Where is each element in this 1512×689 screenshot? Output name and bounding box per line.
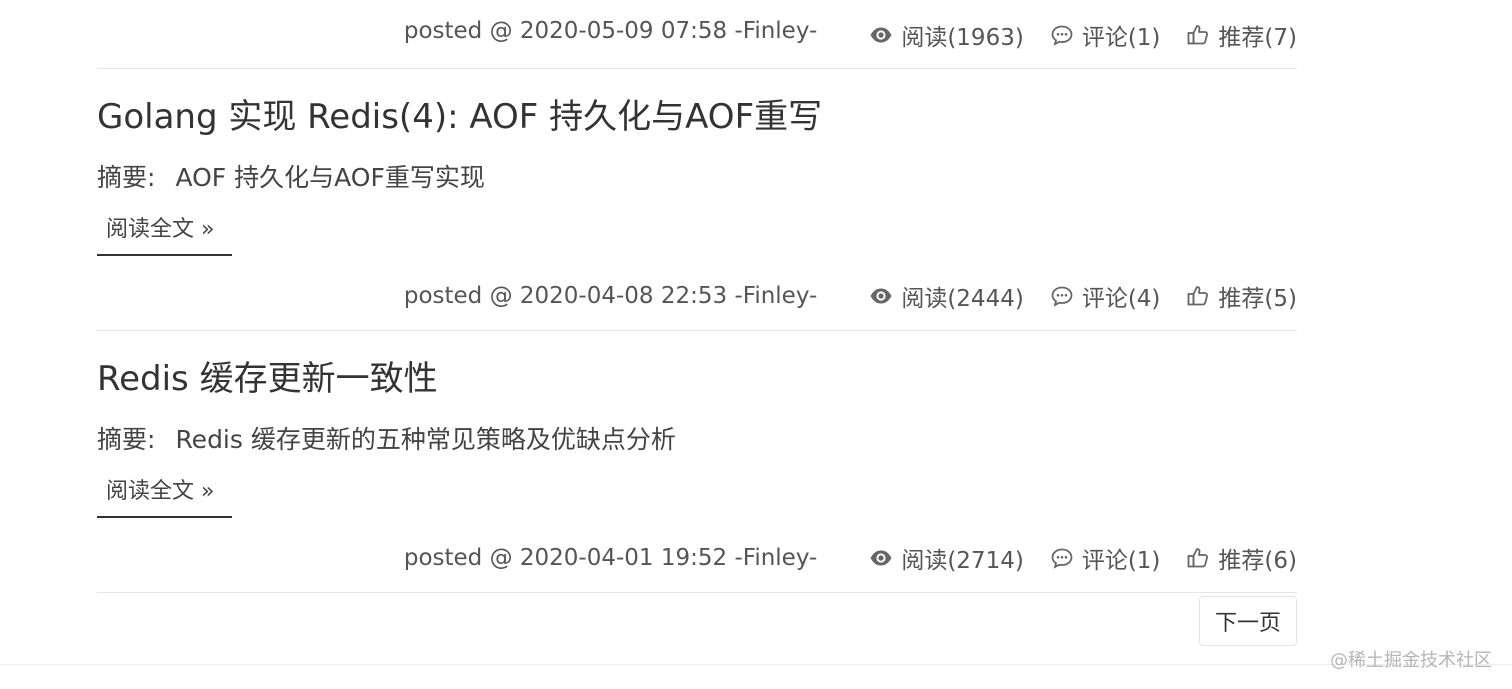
thumbs-up-icon (1186, 284, 1210, 308)
post-item: Golang 实现 Redis(4): AOF 持久化与AOF重写 摘要: AO… (97, 69, 1297, 331)
eye-icon (869, 284, 893, 308)
post-date-author: posted @ 2020-04-01 19:52 -Finley- (403, 545, 818, 571)
summary-label: 摘要: (97, 425, 156, 454)
post-title[interactable]: Golang 实现 Redis(4): AOF 持久化与AOF重写 (97, 69, 1297, 158)
eye-icon (869, 23, 893, 47)
post-item: Redis 缓存更新一致性 摘要: Redis 缓存更新的五种常见策略及优缺点分… (97, 331, 1297, 593)
recommend-count-label: 推荐(7) (1218, 25, 1297, 51)
read-more-row: 阅读全文 » (97, 474, 1297, 524)
post-date-author: posted @ 2020-05-09 07:58 -Finley- (403, 18, 818, 44)
comment-icon (1050, 546, 1074, 570)
comment-count[interactable]: 评论(1) (1050, 18, 1161, 52)
view-count-label: 阅读(1963) (901, 25, 1024, 51)
footer-divider (0, 664, 1512, 665)
read-more-link[interactable]: 阅读全文 » (97, 474, 232, 518)
view-count-label: 阅读(2444) (901, 286, 1024, 312)
read-more-row: 阅读全文 » (97, 212, 1297, 262)
recommend-count[interactable]: 推荐(7) (1186, 18, 1297, 52)
summary-text: Redis 缓存更新的五种常见策略及优缺点分析 (175, 425, 676, 454)
recommend-count-label: 推荐(5) (1218, 286, 1297, 312)
summary-label: 摘要: (97, 163, 156, 192)
post-meta: posted @ 2020-04-08 22:53 -Finley- 阅读(24… (97, 262, 1297, 331)
post-summary: 摘要: Redis 缓存更新的五种常见策略及优缺点分析 (97, 420, 1297, 474)
thumbs-up-icon (1186, 546, 1210, 570)
recommend-count-label: 推荐(6) (1218, 548, 1297, 574)
comment-count[interactable]: 评论(1) (1050, 541, 1161, 575)
comment-count-label: 评论(4) (1081, 286, 1161, 312)
post-meta: posted @ 2020-05-09 07:58 -Finley- 阅读(19… (97, 0, 1297, 69)
comment-icon (1050, 284, 1074, 308)
next-page-button[interactable]: 下一页 (1199, 596, 1297, 646)
watermark: @稀土掘金技术社区 (1330, 650, 1492, 671)
read-more-link[interactable]: 阅读全文 » (97, 212, 232, 256)
post-summary: 摘要: AOF 持久化与AOF重写实现 (97, 158, 1297, 212)
thumbs-up-icon (1186, 23, 1210, 47)
recommend-count[interactable]: 推荐(5) (1186, 279, 1297, 313)
comment-count[interactable]: 评论(4) (1050, 279, 1161, 313)
post-meta: posted @ 2020-04-01 19:52 -Finley- 阅读(27… (97, 524, 1297, 593)
comment-icon (1050, 23, 1074, 47)
post-list: posted @ 2020-05-09 07:58 -Finley- 阅读(19… (97, 0, 1297, 646)
view-count[interactable]: 阅读(2714) (869, 541, 1024, 575)
post-date-author: posted @ 2020-04-08 22:53 -Finley- (403, 283, 818, 309)
eye-icon (869, 546, 893, 570)
post-title[interactable]: Redis 缓存更新一致性 (97, 331, 1297, 420)
view-count[interactable]: 阅读(1963) (869, 18, 1024, 52)
comment-count-label: 评论(1) (1081, 548, 1161, 574)
view-count[interactable]: 阅读(2444) (869, 279, 1024, 313)
recommend-count[interactable]: 推荐(6) (1186, 541, 1297, 575)
summary-text: AOF 持久化与AOF重写实现 (175, 163, 485, 192)
comment-count-label: 评论(1) (1081, 25, 1161, 51)
view-count-label: 阅读(2714) (901, 548, 1024, 574)
